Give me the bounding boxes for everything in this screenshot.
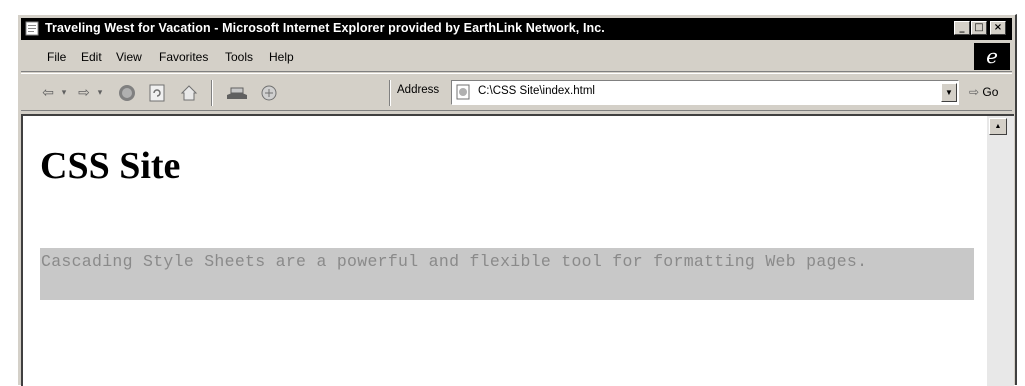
- vertical-scrollbar[interactable]: ▲: [987, 116, 1014, 386]
- go-arrow-icon: ⇨: [969, 85, 980, 99]
- forward-arrow-icon[interactable]: ⇨: [73, 83, 95, 103]
- minimize-button[interactable]: _: [954, 21, 970, 35]
- scroll-up-arrow-icon[interactable]: ▲: [989, 118, 1007, 135]
- back-dropdown-icon[interactable]: ▾: [59, 83, 69, 103]
- go-label: Go: [982, 85, 999, 99]
- window-title: Traveling West for Vacation - Microsoft …: [45, 21, 605, 35]
- menu-file[interactable]: File: [47, 50, 66, 64]
- menu-edit[interactable]: Edit: [81, 50, 102, 64]
- back-arrow-icon[interactable]: ⇦: [37, 83, 59, 103]
- page-heading: CSS Site: [40, 145, 181, 187]
- address-dropdown-icon[interactable]: ▼: [941, 83, 957, 102]
- ie-page-icon: [25, 21, 39, 36]
- go-button[interactable]: ⇨ Go: [969, 80, 1011, 104]
- toolbar-separator: [211, 80, 213, 106]
- standard-toolbar: ⇦ ▾ ⇨ ▾ Address C:\CSS Site\index.html ▼: [21, 73, 1012, 111]
- menu-tools[interactable]: Tools: [225, 50, 253, 64]
- stop-icon[interactable]: [115, 83, 139, 103]
- page-icon: [456, 84, 470, 100]
- menu-help[interactable]: Help: [269, 50, 294, 64]
- maximize-button[interactable]: □: [971, 21, 987, 35]
- toolbar-separator: [389, 80, 391, 106]
- close-button[interactable]: ×: [990, 21, 1006, 35]
- print-icon[interactable]: [257, 83, 281, 103]
- mail-icon[interactable]: [224, 83, 250, 103]
- browser-window: Traveling West for Vacation - Microsoft …: [17, 14, 1017, 386]
- home-icon[interactable]: [177, 83, 201, 103]
- refresh-icon[interactable]: [145, 83, 169, 103]
- page-viewport: CSS Site Cascading Style Sheets are a po…: [21, 114, 1014, 386]
- menu-view[interactable]: View: [116, 50, 142, 64]
- menu-bar: File Edit View Favorites Tools Help e: [21, 42, 1012, 72]
- title-bar: Traveling West for Vacation - Microsoft …: [21, 18, 1012, 40]
- ie-throbber-logo: e: [974, 43, 1010, 70]
- address-label: Address: [397, 84, 440, 96]
- address-bar[interactable]: C:\CSS Site\index.html ▼: [451, 80, 959, 105]
- menu-favorites[interactable]: Favorites: [159, 50, 208, 64]
- address-input[interactable]: C:\CSS Site\index.html: [478, 85, 595, 97]
- forward-dropdown-icon[interactable]: ▾: [95, 83, 105, 103]
- page-paragraph: Cascading Style Sheets are a powerful an…: [40, 248, 974, 300]
